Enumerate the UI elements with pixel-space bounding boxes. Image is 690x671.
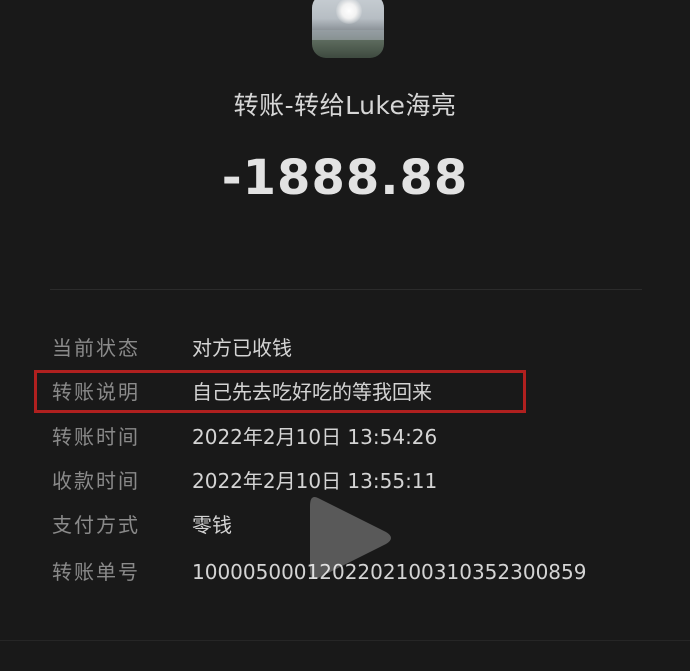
receive-time-label: 收款时间 [52,469,140,493]
transfer-time-value: 2022年2月10日 13:54:26 [192,425,438,449]
detail-row-transfer-time: 转账时间 2022年2月10日 13:54:26 [0,420,690,454]
payment-method-value: 零钱 [192,513,232,537]
detail-row-status: 当前状态 对方已收钱 [0,331,690,365]
section-divider [50,289,642,290]
note-highlight-box [34,370,526,413]
transaction-id-label: 转账单号 [52,560,140,584]
payee-avatar [312,0,384,58]
payment-method-label: 支付方式 [52,513,140,537]
play-icon[interactable] [300,488,400,588]
transfer-title: 转账-转给Luke海亮 [233,91,457,120]
avatar-sun [336,0,362,24]
status-value: 对方已收钱 [192,336,292,360]
transfer-time-label: 转账时间 [52,425,140,449]
avatar-water [312,30,384,40]
transfer-amount: -1888.88 [221,150,469,206]
bottom-divider [0,640,690,641]
status-label: 当前状态 [52,336,140,360]
